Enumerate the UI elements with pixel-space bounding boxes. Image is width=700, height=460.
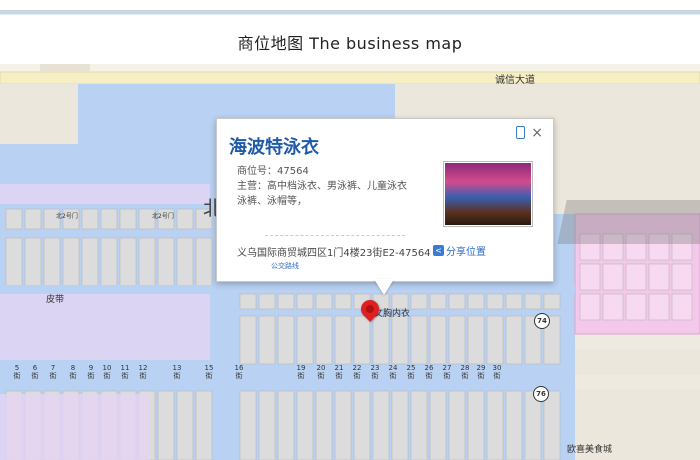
street-label: 12街 [138, 364, 148, 380]
bottom-label: 欧喜美食城 [567, 445, 613, 455]
road-badge-76: 76 [533, 386, 549, 402]
road-label: 诚信大道 [495, 75, 535, 86]
popup-divider [265, 235, 405, 236]
top-frame-line [0, 10, 700, 15]
street-label: 13街 [172, 364, 182, 380]
street-label: 23街 [370, 364, 380, 380]
booth-number: 商位号：47564 [237, 166, 309, 177]
shop-address: 义乌国际商贸城四区1门4楼23街E2-47564 [237, 248, 431, 259]
street-label: 21街 [334, 364, 344, 380]
street-label: 6街 [31, 364, 39, 380]
popup-tail [374, 279, 394, 295]
share-icon: < [433, 245, 444, 256]
gate-label-1: 北2号门 [56, 213, 78, 220]
street-label: 19街 [296, 364, 306, 380]
street-label: 22街 [352, 364, 362, 380]
close-icon[interactable]: × [531, 125, 543, 141]
street-label: 30街 [492, 364, 502, 380]
street-label: 27街 [442, 364, 452, 380]
shop-details: 商位号：47564 主营：高中档泳衣、男泳裤、儿童泳衣泳裤、泳帽等， [237, 164, 407, 209]
street-label: 29街 [476, 364, 486, 380]
main-business: 主营：高中档泳衣、男泳裤、儿童泳衣泳裤、泳帽等， [237, 181, 407, 207]
page-title: 商位地图 The business map [237, 34, 463, 53]
street-label: 20街 [316, 364, 326, 380]
phone-icon[interactable] [516, 126, 525, 139]
street-label: 15街 [204, 364, 214, 380]
shop-photo[interactable] [443, 161, 533, 227]
shop-photo-image [445, 163, 531, 225]
street-label: 25街 [406, 364, 416, 380]
street-label: 9街 [87, 364, 95, 380]
popup-shadow [557, 200, 700, 244]
street-label: 8街 [69, 364, 77, 380]
share-location-button[interactable]: < 分享位置 [433, 243, 486, 258]
street-label: 26街 [424, 364, 434, 380]
street-label: 28街 [460, 364, 470, 380]
share-location-label: 分享位置 [446, 247, 486, 258]
route-link[interactable]: 公交路线 [271, 261, 299, 271]
street-label: 16街 [234, 364, 244, 380]
road-badge-74: 74 [534, 313, 550, 329]
street-label: 24街 [388, 364, 398, 380]
street-label: 11街 [120, 364, 130, 380]
shop-info-popup: 海波特泳衣 × 商位号：47564 主营：高中档泳衣、男泳裤、儿童泳衣泳裤、泳帽… [216, 118, 554, 282]
street-label: 5街 [13, 364, 21, 380]
area-label: 皮带 [46, 295, 65, 305]
street-label: 10街 [102, 364, 112, 380]
shop-name: 海波特泳衣 [229, 137, 319, 158]
gate-label-2: 北2号门 [152, 213, 174, 220]
street-label: 7街 [49, 364, 57, 380]
